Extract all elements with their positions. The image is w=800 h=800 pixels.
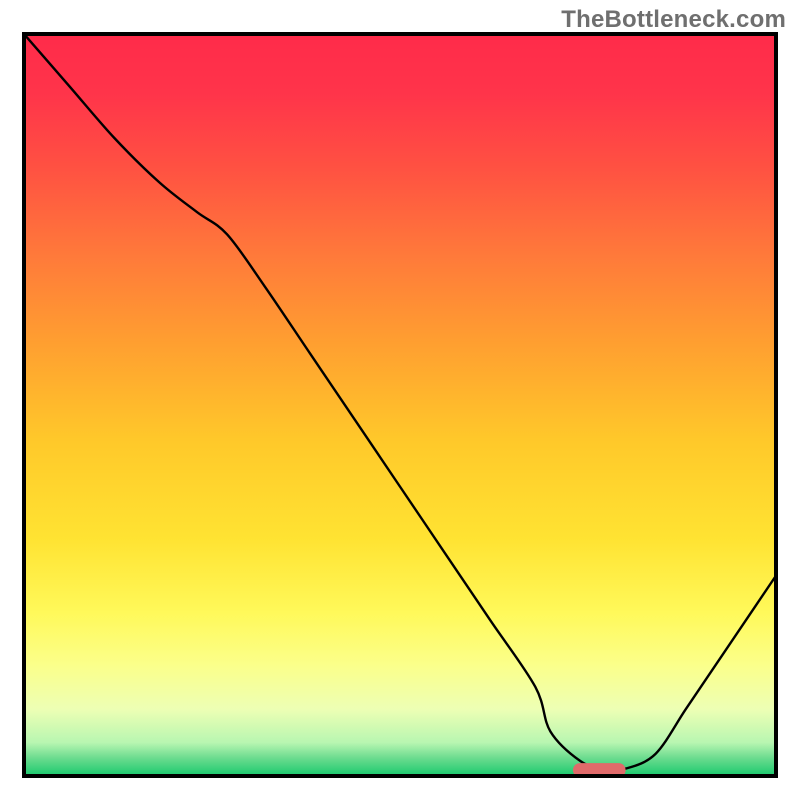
watermark-label: TheBottleneck.com: [561, 6, 786, 34]
chart-root: TheBottleneck.com: [0, 0, 800, 800]
chart-background: [24, 34, 776, 776]
chart-svg: [0, 0, 800, 800]
